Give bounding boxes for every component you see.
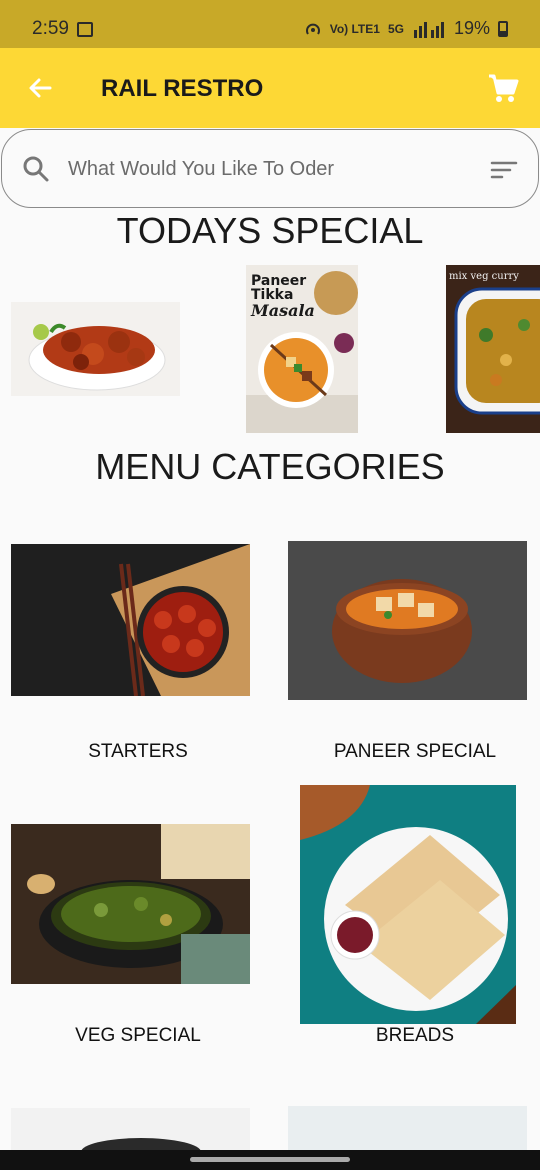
category-next-left-image[interactable] — [11, 1108, 250, 1150]
home-gesture-handle[interactable] — [190, 1157, 350, 1162]
special-item-paneer-tikka-masala[interactable]: Paneer Tikka Masala — [246, 265, 358, 433]
breads-photo — [300, 785, 516, 1024]
masala-caption: Masala — [250, 301, 315, 320]
special-item-mix-veg-curry[interactable]: mix veg curry — [446, 265, 540, 433]
signal-icon — [413, 21, 444, 38]
app-bar: RAIL RESTRO — [0, 48, 540, 128]
search-bar[interactable] — [1, 129, 539, 208]
back-arrow-icon[interactable] — [26, 74, 54, 102]
todays-special-title: TODAYS SPECIAL — [116, 210, 424, 251]
mix-veg-curry-photo: mix veg curry — [446, 265, 540, 433]
search-icon[interactable] — [22, 155, 50, 183]
mix-veg-caption: mix veg curry — [449, 271, 519, 282]
battery-percent: 19% — [453, 18, 490, 38]
status-right-group: Vo) LTE1 5G 19% — [304, 18, 508, 39]
special-item-chilli-chicken[interactable] — [11, 302, 180, 396]
shopping-cart-icon[interactable] — [486, 72, 520, 106]
search-input[interactable] — [68, 152, 448, 186]
menu-categories-title: MENU CATEGORIES — [95, 446, 445, 487]
status-bar: 2:59 Vo) LTE1 5G 19% — [0, 0, 540, 48]
filter-icon[interactable] — [490, 160, 518, 180]
category-starters-image[interactable] — [11, 544, 250, 696]
category-next-right-image[interactable] — [288, 1106, 527, 1150]
image-notification-icon — [77, 22, 93, 37]
paneer-special-photo — [288, 541, 527, 700]
app-title: RAIL RESTRO — [101, 75, 264, 102]
veg-special-photo — [11, 824, 250, 984]
next-left-photo — [11, 1108, 250, 1150]
category-starters-label[interactable]: STARTERS — [8, 741, 268, 763]
category-veg-special-image[interactable] — [11, 824, 250, 984]
chilli-chicken-photo — [11, 302, 180, 396]
category-paneer-special-label[interactable]: PANEER SPECIAL — [285, 741, 540, 763]
category-breads-label[interactable]: BREADS — [285, 1025, 540, 1047]
category-paneer-special-image[interactable] — [288, 541, 527, 700]
system-navigation-bar — [0, 1150, 540, 1170]
battery-icon — [498, 20, 508, 37]
hotspot-icon — [305, 23, 320, 35]
next-right-photo — [288, 1106, 527, 1150]
starters-photo — [11, 544, 250, 696]
network-gen: 5G — [387, 21, 404, 36]
category-veg-special-label[interactable]: VEG SPECIAL — [8, 1025, 268, 1047]
network-label: Vo) LTE1 — [329, 21, 380, 36]
paneer-tikka-masala-photo: Paneer Tikka Masala — [246, 265, 358, 433]
status-time: 2:59 — [32, 18, 69, 39]
category-breads-image[interactable] — [300, 785, 516, 1024]
